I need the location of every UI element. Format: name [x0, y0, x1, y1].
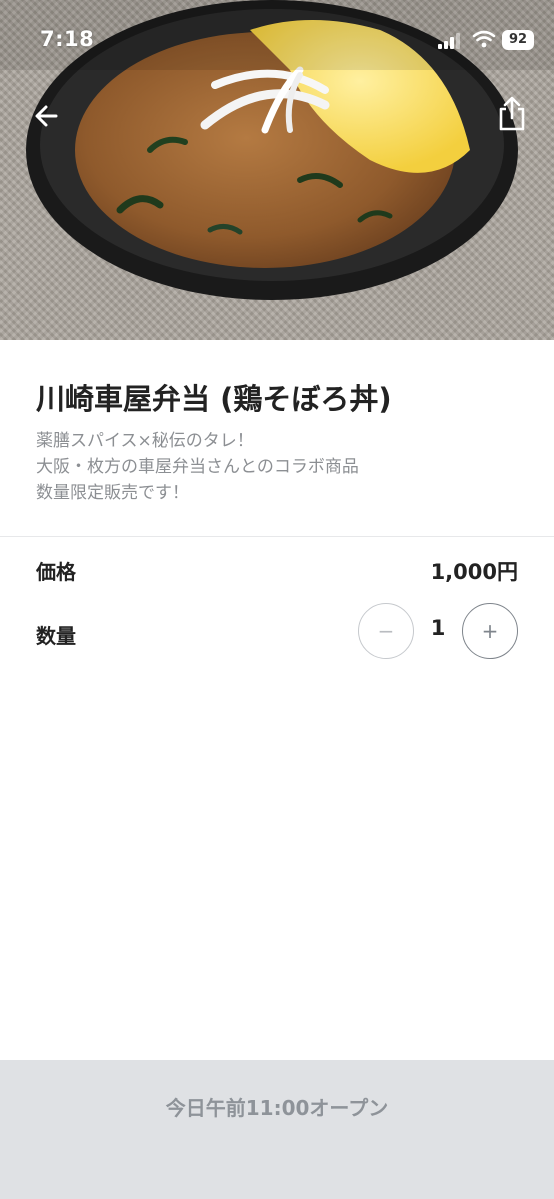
signal-icon [438, 33, 460, 49]
divider [0, 536, 554, 537]
opening-time-button[interactable]: 今日午前11:00オープン [0, 1092, 554, 1121]
order-footer: 今日午前11:00オープン [0, 1060, 554, 1199]
back-arrow-icon[interactable] [30, 98, 66, 134]
battery-icon: 92 [502, 30, 534, 50]
status-bar: 7:18 92 [0, 0, 554, 80]
description-line: 薬膳スパイス×秘伝のタレ！ [36, 431, 254, 451]
status-time: 7:18 [40, 27, 95, 51]
increase-quantity-button[interactable]: + [462, 603, 518, 659]
quantity-label: 数量 [36, 624, 76, 648]
wifi-icon [472, 30, 496, 48]
product-image: 7:18 92 [0, 0, 554, 340]
description-line: 数量限定販売です！ [36, 483, 189, 503]
product-title: 川崎車屋弁当 (鶏そぼろ丼) [36, 382, 392, 416]
share-icon[interactable] [494, 94, 530, 134]
quantity-value: 1 [430, 616, 446, 640]
product-description: 薬膳スパイス×秘伝のタレ！ 大阪・枚方の車屋弁当さんとのコラボ商品 数量限定販売… [36, 428, 359, 506]
product-info: 川崎車屋弁当 (鶏そぼろ丼) 薬膳スパイス×秘伝のタレ！ 大阪・枚方の車屋弁当さ… [0, 340, 554, 536]
decrease-quantity-button[interactable]: − [358, 603, 414, 659]
description-line: 大阪・枚方の車屋弁当さんとのコラボ商品 [36, 457, 359, 477]
price-value: 1,000円 [430, 560, 518, 584]
price-label: 価格 [36, 560, 76, 584]
